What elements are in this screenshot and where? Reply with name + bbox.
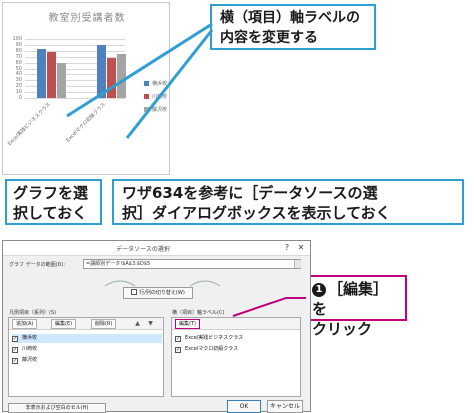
callout-text: 内容を変更する bbox=[220, 30, 318, 46]
series-toolbar: 追加(A) 編集(E) 削除(R) ▲ ▼ bbox=[9, 318, 163, 330]
bar[interactable] bbox=[117, 53, 126, 98]
callout-select-graph: グラフを選 択しておく bbox=[5, 179, 102, 225]
y-tick-label: 20 bbox=[15, 83, 22, 90]
legend-entries-label: 凡例項目（系列）(S) bbox=[9, 310, 57, 316]
axis-labels-label: 横（項目）軸ラベル(C) bbox=[172, 310, 225, 316]
callout-text: クリック bbox=[312, 320, 373, 338]
callout-text: 択しておく bbox=[13, 204, 88, 222]
close-icon[interactable]: ✕ bbox=[295, 242, 307, 254]
y-tick-label: 60 bbox=[15, 59, 22, 66]
chart-legend: 横浜校 川崎校 藤沢校 bbox=[144, 77, 167, 116]
y-tick-label: 90 bbox=[15, 41, 22, 48]
add-series-button[interactable]: 追加(A) bbox=[12, 319, 38, 329]
callout-text: 横（項目）軸ラベルの bbox=[220, 10, 360, 26]
switch-row-column-button[interactable]: 行/列の切り替え(W) bbox=[123, 287, 193, 299]
ok-button[interactable]: OK bbox=[227, 400, 261, 413]
callout-text: ワザ634を参考に［データソースの選 bbox=[122, 184, 378, 202]
legend-label: 横浜校 bbox=[152, 81, 168, 87]
gridline bbox=[25, 39, 125, 40]
switch-icon bbox=[131, 289, 138, 295]
bar[interactable] bbox=[57, 62, 66, 98]
checkbox[interactable]: ✓ bbox=[12, 347, 18, 353]
bar[interactable] bbox=[37, 49, 46, 98]
y-tick-label: 10 bbox=[15, 89, 22, 96]
checkbox[interactable]: ✓ bbox=[12, 336, 18, 342]
y-tick-label: 100 bbox=[12, 36, 22, 42]
y-tick-label: 80 bbox=[15, 47, 22, 54]
legend-entry: 川崎校 bbox=[144, 90, 167, 103]
legend-label: 川崎校 bbox=[152, 94, 168, 100]
legend-label: 藤沢校 bbox=[152, 107, 168, 113]
bar[interactable] bbox=[97, 45, 106, 98]
select-data-source-dialog: データソースの選択 ? ✕ グラフ データの範囲(D): =講師別データ!$A$… bbox=[2, 240, 311, 413]
checkbox[interactable]: ✓ bbox=[175, 336, 181, 342]
y-tick-label: 30 bbox=[15, 77, 22, 84]
bar[interactable] bbox=[47, 51, 56, 98]
delete-series-button[interactable]: 削除(R) bbox=[91, 319, 117, 329]
edit-series-button[interactable]: 編集(E) bbox=[51, 319, 77, 329]
edit-axis-labels-button[interactable]: 編集(T) bbox=[175, 319, 200, 329]
range-picker-icon[interactable] bbox=[294, 260, 301, 268]
y-tick-label: 70 bbox=[15, 53, 22, 60]
callout-open-dialog: ワザ634を参考に［データソースの選 択］ダイアログボックスを表示しておく bbox=[112, 179, 464, 225]
x-category-label: Excel実践ビジネスクラス bbox=[6, 101, 53, 148]
callout-click-edit: 1 ［編集］を クリック bbox=[304, 275, 407, 338]
legend-swatch bbox=[144, 94, 149, 99]
checkbox[interactable]: ✓ bbox=[175, 347, 181, 353]
axis-toolbar: 編集(T) bbox=[172, 318, 300, 330]
move-down-icon[interactable]: ▼ bbox=[146, 319, 155, 329]
bar[interactable] bbox=[107, 58, 116, 98]
legend-entry: 藤沢校 bbox=[144, 103, 167, 116]
y-tick-label: 40 bbox=[15, 71, 22, 78]
callout-edit-axis-labels: 横（項目）軸ラベルの 内容を変更する bbox=[210, 4, 376, 50]
move-up-icon[interactable]: ▲ bbox=[133, 319, 142, 329]
legend-swatch bbox=[144, 81, 149, 86]
callout-text: グラフを選 bbox=[13, 184, 89, 202]
checkbox[interactable]: ✓ bbox=[12, 358, 18, 364]
legend-entry: 横浜校 bbox=[144, 77, 167, 90]
legend-swatch bbox=[144, 107, 149, 112]
legend-series-list: 追加(A) 編集(E) 削除(R) ▲ ▼ ✓ 横浜校 ✓ 川崎校 ✓ 藤沢校 bbox=[8, 317, 164, 397]
hidden-empty-cells-button[interactable]: 非表示および空白のセル(H) bbox=[8, 403, 106, 413]
y-tick-label: 50 bbox=[15, 65, 22, 72]
chart-panel[interactable]: 教室別受講者数 Excel実践ビジネスクラス Excelマクロ初級クラス 横浜校… bbox=[2, 2, 170, 175]
gridline bbox=[25, 44, 125, 46]
chart-title: 教室別受講者数 bbox=[48, 13, 126, 24]
list-item[interactable]: ✓ 藤沢校 bbox=[12, 356, 37, 365]
range-label: グラフ データの範囲(D): bbox=[9, 262, 66, 268]
axis-labels-list: 編集(T) ✓ Excel実践ビジネスクラス ✓ Excelマクロ初級クラス bbox=[171, 317, 301, 397]
dialog-titlebar[interactable]: データソースの選択 ? ✕ bbox=[3, 241, 310, 256]
list-item[interactable]: ✓ 川崎校 bbox=[12, 345, 37, 354]
gridline bbox=[25, 98, 125, 99]
step-number-badge: 1 bbox=[312, 283, 326, 297]
help-icon[interactable]: ? bbox=[281, 242, 293, 254]
y-tick-label: 0 bbox=[18, 95, 22, 101]
cancel-button[interactable]: キャンセル bbox=[267, 400, 303, 413]
callout-text: 択］ダイアログボックスを表示しておく bbox=[122, 204, 391, 222]
dialog-title: データソースの選択 bbox=[116, 246, 170, 253]
switch-button-label: 行/列の切り替え(W) bbox=[139, 290, 185, 296]
data-range-input[interactable]: =講師別データ!$A$3:$D$5 bbox=[83, 259, 301, 269]
list-item[interactable]: ✓ Excel実践ビジネスクラス bbox=[175, 334, 243, 343]
list-item[interactable]: ✓ Excelマクロ初級クラス bbox=[175, 345, 238, 354]
x-category-label: Excelマクロ初級クラス bbox=[65, 101, 108, 144]
list-item[interactable]: ✓ 横浜校 bbox=[12, 334, 162, 343]
